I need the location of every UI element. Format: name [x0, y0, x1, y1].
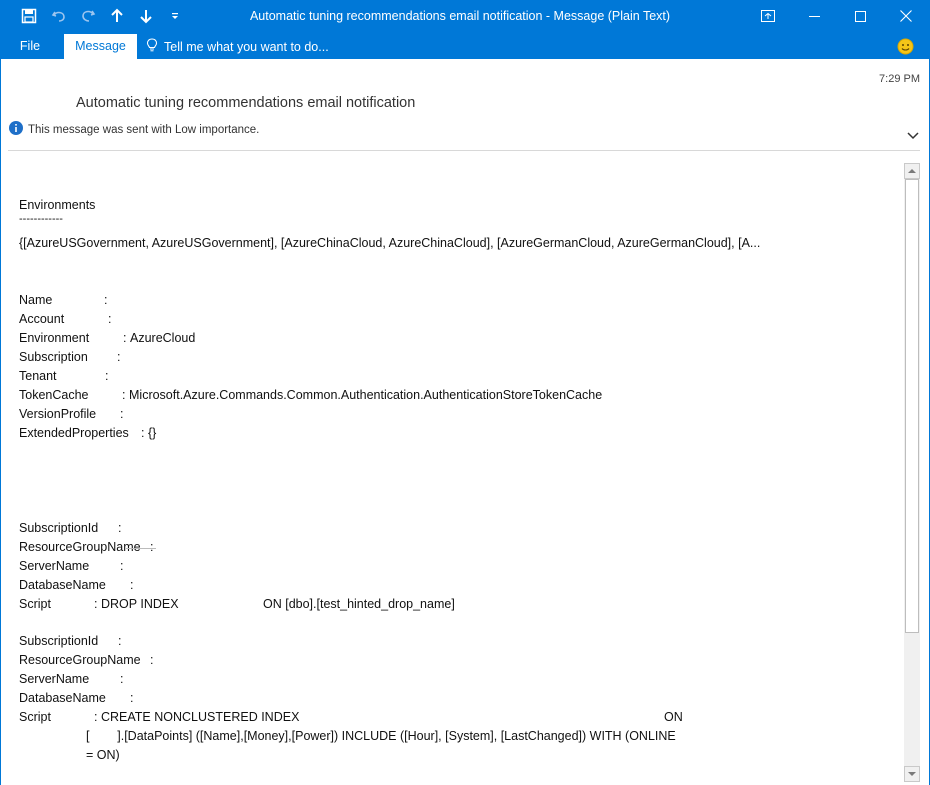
field-sep: : — [118, 634, 122, 648]
field-value: Microsoft.Azure.Commands.Common.Authenti… — [129, 388, 603, 402]
save-icon[interactable] — [17, 5, 41, 27]
smiley-icon[interactable] — [897, 38, 914, 55]
importance-infobar: This message was sent with Low importanc… — [9, 121, 259, 138]
field-label: Tenant — [19, 369, 57, 383]
tab-file[interactable]: File — [8, 34, 52, 59]
field-sep: : — [120, 407, 124, 421]
maximize-icon[interactable] — [837, 0, 883, 32]
rec2-script-value: CREATE NONCLUSTERED INDEX — [101, 710, 300, 724]
rec2-script-line2: [ ].[DataPoints] ([Name],[Money],[Power]… — [86, 729, 676, 743]
rec2-rg-label: ResourceGroupName — [19, 653, 141, 667]
field-label: ExtendedProperties — [19, 426, 129, 440]
field-sep: : — [108, 312, 112, 326]
field-sep: : — [130, 578, 134, 592]
ribbon-tabs: File Message Tell me what you want to do… — [0, 34, 930, 59]
title-bar: Automatic tuning recommendations email n… — [0, 0, 930, 34]
field-sep: : — [94, 710, 98, 724]
redacted-value — [126, 548, 156, 549]
field-value: AzureCloud — [130, 331, 196, 345]
field-label: TokenCache — [19, 388, 89, 402]
tell-me-label: Tell me what you want to do... — [164, 39, 329, 54]
field-label: Account — [19, 312, 65, 326]
rec1-script-on: ON [dbo].[test_hinted_drop_name] — [263, 597, 455, 611]
rec2-db-label: DatabaseName — [19, 691, 106, 705]
scroll-down-icon[interactable] — [904, 766, 920, 782]
scroll-up-icon[interactable] — [904, 163, 920, 179]
chevron-down-icon[interactable] — [906, 128, 920, 142]
field-sep: : — [120, 559, 124, 573]
field-value: {} — [148, 426, 157, 440]
tab-message[interactable]: Message — [64, 34, 137, 59]
undo-icon[interactable] — [47, 5, 71, 27]
rec1-db-label: DatabaseName — [19, 578, 106, 592]
field-label: Environment — [19, 331, 90, 345]
field-sep: : — [141, 426, 145, 440]
field-sep: : — [104, 293, 108, 307]
customize-qat-icon[interactable] — [163, 5, 187, 27]
message-body: Environments ------------ {[AzureUSGover… — [19, 196, 899, 785]
close-icon[interactable] — [883, 0, 929, 32]
rec2-script-on: ON — [664, 710, 683, 724]
header-divider — [8, 150, 920, 151]
ribbon-display-icon[interactable] — [745, 0, 791, 32]
rec1-subscription-label: SubscriptionId — [19, 521, 99, 535]
rec1-server-label: ServerName — [19, 559, 90, 573]
vertical-scrollbar[interactable] — [904, 163, 920, 782]
field-sep: : — [117, 350, 121, 364]
minimize-icon[interactable] — [791, 0, 837, 32]
environments-list: {[AzureUSGovernment, AzureUSGovernment],… — [19, 236, 761, 250]
environments-rule: ------------ — [19, 213, 63, 225]
field-sep: : — [118, 521, 122, 535]
tell-me-search[interactable]: Tell me what you want to do... — [146, 34, 329, 59]
info-icon — [9, 121, 23, 138]
rec2-script-line3: = ON) — [86, 748, 120, 762]
field-label: Subscription — [19, 350, 88, 364]
rec2-script-label: Script — [19, 710, 51, 724]
field-sep: : — [122, 388, 126, 402]
rec1-rg-label: ResourceGroupName — [19, 540, 141, 554]
field-sep: : — [94, 597, 98, 611]
up-arrow-icon[interactable] — [105, 5, 129, 27]
field-sep: : — [123, 331, 127, 345]
field-label: VersionProfile — [19, 407, 97, 421]
message-subject: Automatic tuning recommendations email n… — [76, 95, 416, 111]
received-time: 7:29 PM — [879, 73, 920, 85]
rec1-script-label: Script — [19, 597, 51, 611]
field-sep: : — [105, 369, 109, 383]
rec1-script-value: DROP INDEX — [101, 597, 179, 611]
field-sep: : — [130, 691, 134, 705]
scrollbar-thumb[interactable] — [905, 179, 919, 633]
field-label: Name — [19, 293, 53, 307]
down-arrow-icon[interactable] — [134, 5, 158, 27]
redo-icon[interactable] — [76, 5, 100, 27]
field-sep: : — [150, 653, 154, 667]
rec2-subscription-label: SubscriptionId — [19, 634, 99, 648]
field-sep: : — [120, 672, 124, 686]
importance-note: This message was sent with Low importanc… — [28, 123, 260, 136]
lightbulb-icon — [146, 38, 158, 55]
window-border-left — [0, 59, 1, 785]
window-title: Automatic tuning recommendations email n… — [249, 9, 671, 23]
rec2-server-label: ServerName — [19, 672, 90, 686]
